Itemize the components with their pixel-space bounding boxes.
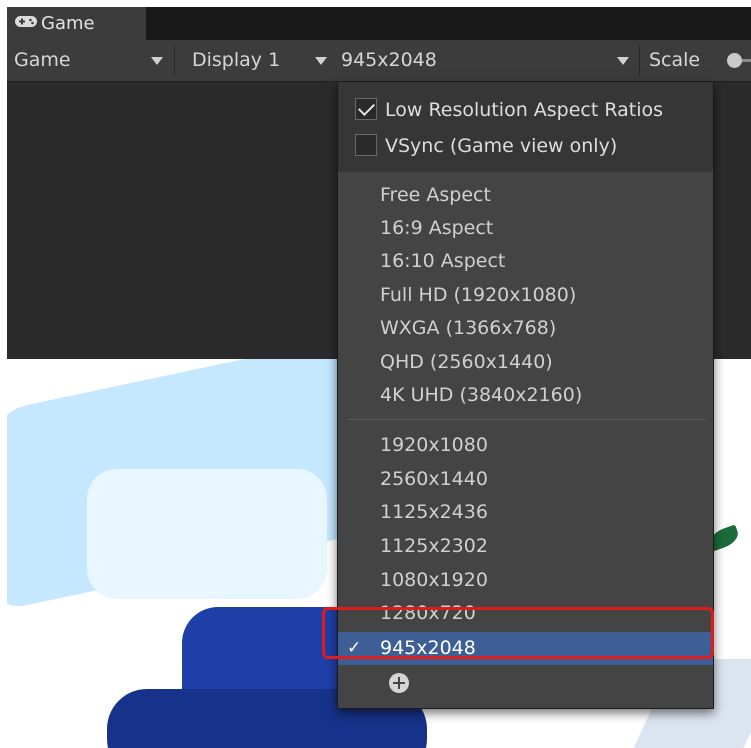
display-chevron-down-icon[interactable] — [315, 57, 327, 65]
menu-item-16-10[interactable]: 16:10 Aspect — [380, 245, 505, 277]
toolbar-divider — [639, 46, 640, 75]
menu-item-custom[interactable]: 1125x2436 — [380, 496, 488, 528]
display-dropdown-label[interactable]: Display 1 — [192, 40, 280, 81]
checkbox-checked-icon[interactable] — [355, 97, 377, 120]
option-label: Low Resolution Aspect Ratios — [385, 99, 664, 121]
menu-divider — [347, 419, 706, 420]
tab-strip: Game — [7, 7, 751, 40]
menu-item-custom[interactable]: 1920x1080 — [380, 429, 488, 461]
tab-game[interactable]: Game — [7, 7, 146, 40]
mode-dropdown-label[interactable]: Game — [14, 40, 71, 81]
background-shape — [87, 469, 327, 599]
mode-chevron-down-icon[interactable] — [151, 57, 163, 65]
scale-slider-handle[interactable] — [727, 53, 742, 68]
menu-item-full-hd[interactable]: Full HD (1920x1080) — [380, 279, 576, 311]
menu-item-custom[interactable]: 1125x2302 — [380, 530, 488, 562]
toolbar-divider — [174, 46, 175, 75]
menu-item-wxga[interactable]: WXGA (1366x768) — [380, 312, 556, 344]
checkbox-unchecked-icon[interactable] — [355, 133, 377, 156]
resolution-chevron-down-icon[interactable] — [617, 57, 629, 65]
plus-circle-icon[interactable] — [389, 673, 409, 693]
gamepad-icon — [15, 7, 37, 39]
menu-item-custom[interactable]: 1080x1920 — [380, 564, 488, 596]
menu-item-free-aspect[interactable]: Free Aspect — [380, 179, 491, 211]
option-label: VSync (Game view only) — [385, 135, 618, 157]
scale-label: Scale — [649, 49, 701, 71]
menu-item-custom[interactable]: 2560x1440 — [380, 463, 488, 495]
option-vsync[interactable]: VSync (Game view only) — [355, 129, 617, 163]
menu-item-16-9[interactable]: 16:9 Aspect — [380, 212, 493, 244]
menu-item-qhd[interactable]: QHD (2560x1440) — [380, 346, 553, 378]
highlight-box — [322, 607, 714, 659]
option-low-res-aspect[interactable]: Low Resolution Aspect Ratios — [355, 93, 663, 127]
resolution-dropdown-label[interactable]: 945x2048 — [341, 40, 437, 81]
tab-game-label: Game — [41, 13, 95, 34]
menu-options-section: Low Resolution Aspect Ratios VSync (Game… — [338, 82, 713, 172]
game-toolbar: Game Display 1 945x2048 Scale — [7, 40, 751, 82]
menu-item-4k-uhd[interactable]: 4K UHD (3840x2160) — [380, 379, 582, 411]
